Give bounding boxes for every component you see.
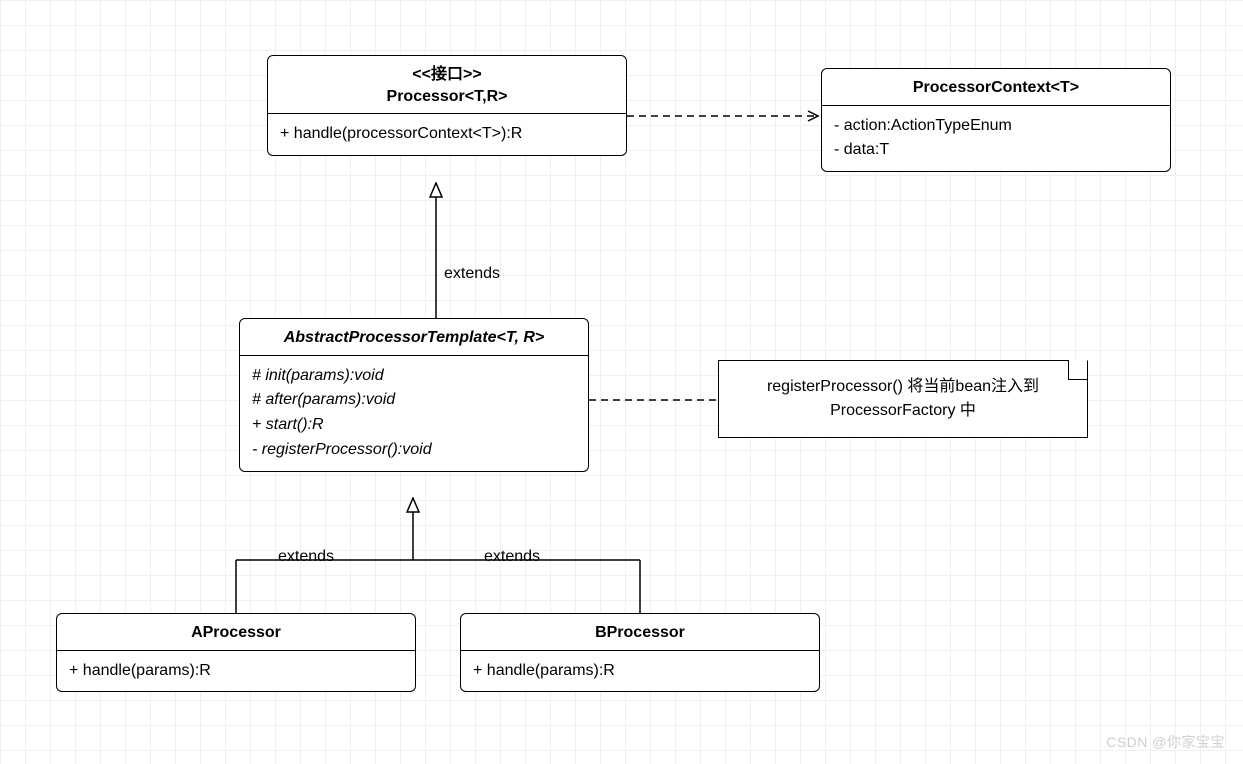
class-processor-interface: <<接口>> Processor<T,R> + handle(processor… [267, 55, 627, 156]
class-methods: + handle(params):R [461, 651, 819, 692]
class-name: AbstractProcessorTemplate<T, R> [284, 329, 545, 346]
class-name: ProcessorContext<T> [913, 79, 1079, 96]
class-name: AProcessor [191, 624, 281, 641]
extends-label-1: extends [444, 265, 500, 283]
note-register-processor: registerProcessor() 将当前bean注入到 Processor… [718, 360, 1088, 438]
class-processor-context: ProcessorContext<T> - action:ActionTypeE… [821, 68, 1171, 172]
method: + handle(processorContext<T>):R [280, 122, 614, 147]
class-a-processor: AProcessor + handle(params):R [56, 613, 416, 692]
class-name: BProcessor [595, 624, 685, 641]
note-text-line: registerProcessor() 将当前bean注入到 [735, 375, 1071, 399]
class-methods: # init(params):void # after(params):void… [240, 356, 588, 471]
field: - data:T [834, 138, 1158, 163]
class-title: BProcessor [461, 614, 819, 651]
class-methods: + handle(params):R [57, 651, 415, 692]
class-title: <<接口>> Processor<T,R> [268, 56, 626, 114]
class-title: AProcessor [57, 614, 415, 651]
method: + handle(params):R [69, 659, 403, 684]
method: + handle(params):R [473, 659, 807, 684]
extends-label-2: extends [278, 548, 334, 566]
class-b-processor: BProcessor + handle(params):R [460, 613, 820, 692]
method: + start():R [252, 413, 576, 438]
class-title: ProcessorContext<T> [822, 69, 1170, 106]
method: # init(params):void [252, 364, 576, 389]
class-fields: - action:ActionTypeEnum - data:T [822, 106, 1170, 172]
class-abstract-processor-template: AbstractProcessorTemplate<T, R> # init(p… [239, 318, 589, 472]
class-name: Processor<T,R> [278, 86, 616, 108]
watermark: CSDN @你家宝宝 [1106, 732, 1225, 752]
class-methods: + handle(processorContext<T>):R [268, 114, 626, 155]
note-fold-icon [1068, 360, 1088, 380]
field: - action:ActionTypeEnum [834, 114, 1158, 139]
extends-label-3: extends [484, 548, 540, 566]
stereotype-label: <<接口>> [278, 64, 616, 86]
class-title: AbstractProcessorTemplate<T, R> [240, 319, 588, 356]
note-text-line: ProcessorFactory 中 [735, 399, 1071, 423]
method: - registerProcessor():void [252, 438, 576, 463]
method: # after(params):void [252, 388, 576, 413]
